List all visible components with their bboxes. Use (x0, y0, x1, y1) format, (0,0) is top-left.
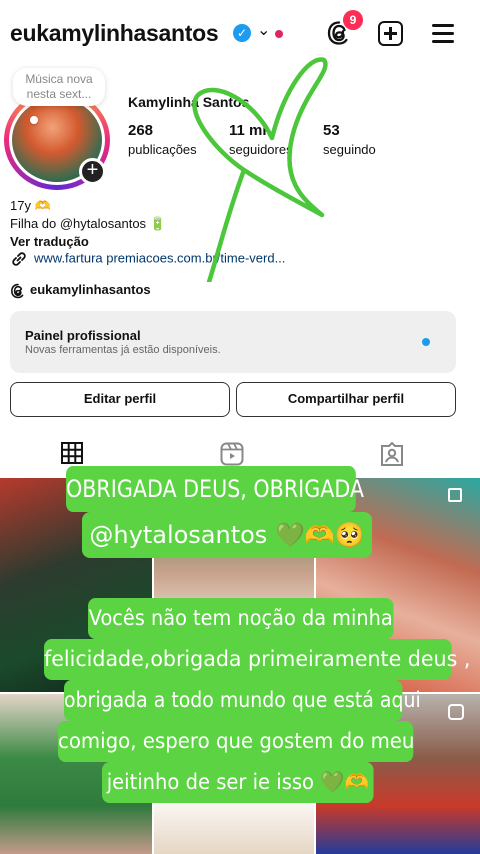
tab-reels[interactable] (220, 442, 246, 468)
caption-mention: @hytalosantos 💚🫶🥺 (82, 512, 372, 558)
tab-grid[interactable] (61, 442, 87, 468)
notification-count-badge: 9 (343, 10, 363, 30)
note-bubble[interactable]: Música nova nesta sext... (13, 68, 105, 106)
add-story-button[interactable]: + (79, 158, 106, 185)
create-post-button[interactable] (378, 21, 403, 46)
caption-paragraph-line: Vocês não tem noção da minha (88, 598, 394, 639)
caption-paragraph-line: obrigada a todo mundo que está aqui (64, 680, 421, 721)
threads-profile-link[interactable]: eukamylinhasantos (10, 282, 151, 299)
stat-following-value: 53 (323, 122, 340, 139)
bio-line-1: 17y 🫶 (10, 198, 51, 213)
edit-profile-button[interactable]: Editar perfil (10, 382, 230, 417)
panel-subtitle: Novas ferramentas já estão disponíveis. (25, 344, 221, 356)
link-icon (12, 252, 26, 266)
share-profile-button[interactable]: Compartilhar perfil (236, 382, 456, 417)
caption-line-1: OBRIGADA DEUS, OBRIGADA (66, 466, 364, 512)
heart-scribble-drawing (192, 57, 328, 282)
professional-dashboard[interactable]: Painel profissional Novas ferramentas já… (10, 311, 456, 373)
caption-paragraph-line: felicidade,obrigada primeiramente deus , (44, 639, 470, 680)
profile-username[interactable]: eukamylinhasantos (10, 20, 219, 47)
chevron-down-icon[interactable]: ⌄ (257, 20, 270, 40)
tab-tagged[interactable] (380, 441, 406, 468)
grid-icon (61, 442, 83, 464)
panel-unread-dot (422, 338, 430, 346)
reels-icon (220, 442, 244, 466)
panel-title: Painel profissional (25, 328, 141, 343)
caption-paragraph: Vocês não tem noção da minha felicidade,… (44, 598, 470, 803)
note-bubble-tail (30, 116, 38, 124)
hamburger-menu-icon[interactable] (432, 24, 454, 43)
stat-following[interactable]: 53 seguindo (323, 122, 376, 157)
carousel-icon (448, 488, 462, 502)
bio-line-2: Filha do @hytalosantos 🔋 (10, 216, 166, 231)
account-notification-dot (275, 30, 283, 38)
stat-following-label: seguindo (323, 142, 376, 157)
verified-badge-icon: ✓ (233, 24, 251, 42)
caption-paragraph-line: comigo, espero que gostem do meu (58, 721, 414, 762)
see-translation-link[interactable]: Ver tradução (10, 234, 89, 249)
threads-small-icon (11, 283, 24, 298)
caption-paragraph-line: jeitinho de ser ie isso 💚🫶 (102, 762, 374, 803)
threads-handle: eukamylinhasantos (30, 282, 151, 297)
tagged-icon (381, 441, 403, 466)
